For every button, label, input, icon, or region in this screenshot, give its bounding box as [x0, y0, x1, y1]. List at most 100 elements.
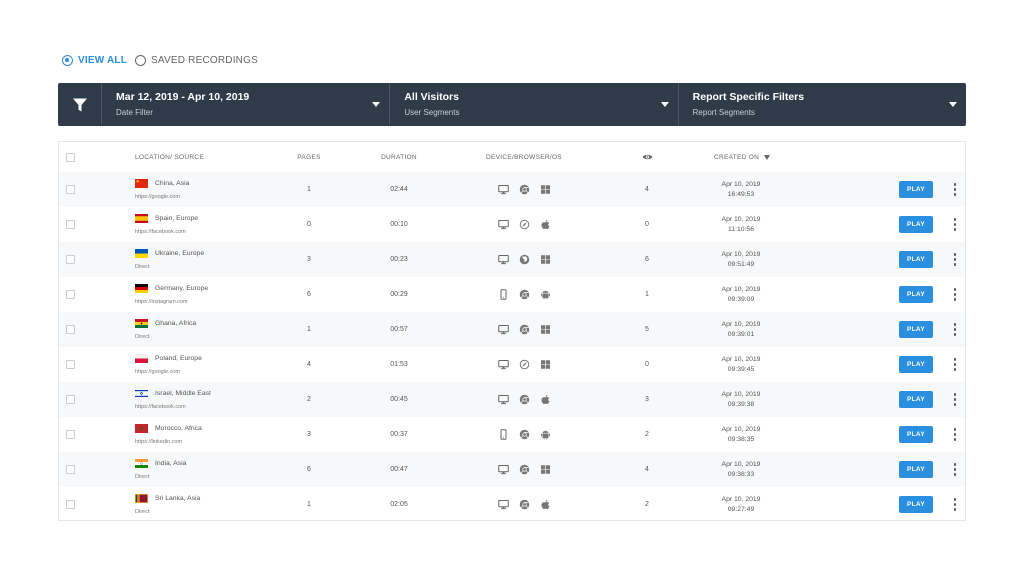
header-duration: DURATION — [381, 153, 417, 161]
header-device: DEVICE/BROWSER/OS — [486, 153, 562, 161]
chrome-icon — [519, 499, 530, 510]
user-segments-label: User Segments — [404, 108, 460, 117]
row-checkbox[interactable] — [66, 360, 75, 369]
more-options-icon[interactable] — [953, 462, 957, 477]
row-duration: 02:44 — [390, 186, 408, 193]
recordings-table: LOCATION/ SOURCE PAGES DURATION DEVICE/B… — [58, 141, 966, 521]
row-views: 0 — [645, 221, 649, 228]
more-options-icon[interactable] — [953, 322, 957, 337]
more-options-icon[interactable] — [953, 497, 957, 512]
row-pages: 1 — [307, 501, 311, 508]
play-button[interactable]: PLAY — [899, 321, 933, 338]
apple-icon — [540, 499, 551, 510]
row-date: Apr 10, 2019 — [721, 425, 761, 433]
table-row: Poland, Europe https://google.com 4 01:5… — [59, 347, 965, 382]
row-checkbox[interactable] — [66, 500, 75, 509]
more-options-icon[interactable] — [953, 392, 957, 407]
row-checkbox[interactable] — [66, 255, 75, 264]
header-created: CREATED ON — [714, 153, 760, 161]
play-button[interactable]: PLAY — [899, 181, 933, 198]
apple-icon — [540, 219, 551, 230]
china-flag-icon — [135, 179, 148, 188]
row-views: 2 — [645, 431, 649, 438]
row-pages: 3 — [307, 431, 311, 438]
row-time: 09:39:45 — [727, 365, 755, 373]
row-time: 09:27:49 — [727, 505, 755, 513]
row-time: 09:51:49 — [727, 260, 755, 268]
play-button[interactable]: PLAY — [899, 391, 933, 408]
poland-flag-icon — [134, 353, 149, 363]
chrome-icon — [519, 324, 530, 335]
row-time: 09:38:35 — [727, 435, 755, 443]
caret-down-icon — [660, 102, 669, 107]
row-location: Ukraine, Europe — [155, 250, 205, 257]
date-filter-dropdown[interactable]: Mar 12, 2019 - Apr 10, 2019 Date Filter — [102, 83, 391, 126]
header-pages: PAGES — [297, 153, 321, 161]
row-views: 1 — [645, 291, 649, 298]
row-views: 0 — [645, 361, 649, 368]
play-button[interactable]: PLAY — [899, 496, 933, 513]
desktop-icon — [497, 254, 509, 265]
row-source: https://linkedin.com — [135, 439, 183, 445]
row-source: Direct — [135, 334, 150, 340]
row-source: https://facebook.com — [135, 404, 186, 410]
desktop-icon — [497, 464, 509, 475]
row-checkbox[interactable] — [66, 325, 75, 334]
table-header: LOCATION/ SOURCE PAGES DURATION DEVICE/B… — [59, 142, 965, 172]
view-all-radio[interactable]: VIEW ALL — [62, 55, 127, 66]
user-segments-dropdown[interactable]: All Visitors User Segments — [390, 83, 679, 126]
user-segments-value: All Visitors — [404, 91, 459, 103]
select-all-checkbox[interactable] — [66, 152, 75, 162]
row-date: Apr 10, 2019 — [721, 460, 761, 468]
row-location: China, Asia — [155, 180, 190, 187]
view-toggle: VIEW ALL SAVED RECORDINGS — [62, 55, 266, 66]
play-button[interactable]: PLAY — [899, 356, 933, 373]
table-row: Spain, Europe https://facebook.com 0 00:… — [59, 207, 965, 242]
saved-recordings-radio[interactable]: SAVED RECORDINGS — [135, 55, 258, 66]
row-pages: 4 — [307, 361, 311, 368]
play-button[interactable]: PLAY — [899, 286, 933, 303]
date-filter-value: Mar 12, 2019 - Apr 10, 2019 — [116, 91, 250, 103]
report-segments-dropdown[interactable]: Report Specific Filters Report Segments — [679, 83, 966, 126]
play-button[interactable]: PLAY — [899, 251, 933, 268]
more-options-icon[interactable] — [953, 182, 957, 197]
more-options-icon[interactable] — [953, 252, 957, 267]
row-duration: 00:37 — [390, 431, 408, 438]
row-source: Direct — [135, 474, 150, 480]
play-button[interactable]: PLAY — [899, 461, 933, 478]
row-location: Israel, Middle East — [155, 390, 211, 397]
sort-created-on[interactable]: CREATED ON — [714, 142, 804, 172]
row-duration: 00:45 — [390, 396, 408, 403]
row-time: 09:39:01 — [727, 330, 755, 338]
header-location: LOCATION/ SOURCE — [135, 153, 204, 161]
windows-icon — [540, 359, 551, 370]
row-location: Germany, Europe — [155, 285, 209, 292]
row-checkbox[interactable] — [66, 185, 75, 194]
row-checkbox[interactable] — [66, 290, 75, 299]
play-button[interactable]: PLAY — [899, 426, 933, 443]
row-checkbox[interactable] — [66, 465, 75, 474]
caret-down-icon — [948, 102, 957, 107]
row-time: 11:10:56 — [728, 225, 754, 233]
play-button[interactable]: PLAY — [899, 216, 933, 233]
chrome-icon — [519, 184, 530, 195]
windows-icon — [540, 464, 551, 475]
saved-recordings-label: SAVED RECORDINGS — [151, 55, 258, 66]
row-location: Poland, Europe — [155, 355, 202, 362]
table-row: Germany, Europe https://instagram.com 6 … — [59, 277, 965, 312]
row-checkbox[interactable] — [66, 395, 75, 404]
row-views: 4 — [645, 186, 649, 193]
row-checkbox[interactable] — [66, 430, 75, 439]
row-views: 3 — [645, 396, 649, 403]
more-options-icon[interactable] — [953, 287, 957, 302]
eye-icon — [642, 154, 652, 160]
row-pages: 2 — [307, 396, 311, 403]
more-options-icon[interactable] — [953, 217, 957, 232]
more-options-icon[interactable] — [953, 427, 957, 442]
caret-down-icon — [372, 102, 381, 107]
filter-button[interactable] — [58, 83, 102, 126]
row-checkbox[interactable] — [66, 220, 75, 229]
desktop-icon — [497, 324, 509, 335]
more-options-icon[interactable] — [953, 357, 957, 372]
apple-icon — [540, 394, 551, 405]
